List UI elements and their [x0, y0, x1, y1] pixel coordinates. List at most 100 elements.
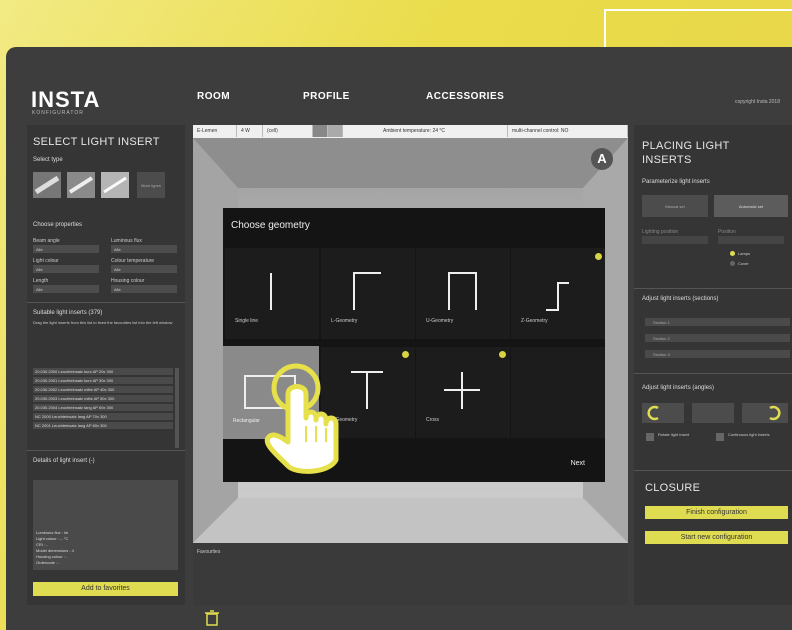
list-item[interactable]: 20.030.2001 Leuchteinsatz kurz AP 30x 30…: [33, 377, 173, 384]
prop-select[interactable]: Alle: [33, 265, 99, 273]
geometry-label: Cross: [426, 417, 440, 423]
manual-set-button[interactable]: Manual set: [642, 195, 708, 217]
geometry-single-line[interactable]: Single line: [225, 248, 319, 339]
geometry-label: L-Geometry: [331, 318, 358, 324]
l-geometry-icon: [353, 272, 381, 310]
suitable-title: Suitable light inserts (379): [33, 310, 103, 316]
finish-configuration-button[interactable]: Finish configuration: [645, 506, 788, 519]
avatar[interactable]: A: [591, 148, 613, 170]
divider: [634, 288, 792, 289]
toolbar-item[interactable]: Ambient temperature: 24 °C: [343, 125, 508, 137]
geometry-label: U-Geometry: [426, 318, 454, 324]
rotate-left-button[interactable]: [642, 403, 684, 423]
option-indicator-dot: [595, 253, 602, 260]
details-box: Luminous flux : lm Light colour : -- °C …: [33, 480, 178, 570]
angle-value-button[interactable]: [692, 403, 734, 423]
geometry-u[interactable]: U-Geometry: [416, 248, 510, 339]
pointer-hand-icon: [264, 363, 339, 474]
list-item[interactable]: NC 2001 Leuchteinsatz lang AP 80x 300: [33, 422, 173, 429]
prop-select[interactable]: Alle: [33, 245, 99, 253]
radio-unselected[interactable]: [730, 261, 735, 266]
copyright-text: copyright Insta 2018: [734, 99, 780, 105]
list-item[interactable]: 20.030.2003 Leuchteinsatz mitte AP 50x 3…: [33, 395, 173, 402]
callout-line: [604, 9, 792, 11]
cross-geometry-icon: [444, 372, 480, 409]
closure-title: CLOSURE: [645, 482, 701, 494]
prop-select[interactable]: Alle: [33, 285, 99, 293]
geometry-label: Z-Geometry: [521, 318, 548, 324]
type-3-thumb[interactable]: [101, 172, 129, 198]
prop-select[interactable]: Alle: [111, 265, 177, 273]
divider: [634, 470, 792, 471]
modal-title: Choose geometry: [231, 220, 310, 231]
nav-profile[interactable]: PROFILE: [303, 91, 350, 102]
z-geometry-icon: [546, 282, 569, 311]
details-title: Details of light insert (-): [33, 458, 95, 464]
position-select[interactable]: [718, 236, 784, 244]
prop-label: Housing colour: [111, 278, 145, 284]
more-types-button[interactable]: More types: [137, 172, 165, 198]
divider: [27, 450, 185, 451]
suitable-list: 20.030.2000 Leuchteinsatz kurz AP 20x 30…: [33, 368, 173, 431]
toolbar-item[interactable]: (cell): [263, 125, 313, 137]
list-scrollbar[interactable]: [175, 368, 179, 448]
type-2-thumb[interactable]: [67, 172, 95, 198]
field-label: Position: [718, 229, 736, 235]
checkbox[interactable]: [646, 433, 654, 441]
type-1-thumb[interactable]: [33, 172, 61, 198]
option-label: Rotate light insert: [658, 432, 690, 437]
geometry-cross[interactable]: Cross: [416, 347, 510, 438]
geometry-l[interactable]: L-Geometry: [321, 248, 415, 339]
geometry-z[interactable]: Z-Geometry: [511, 248, 605, 339]
prop-label: Length: [33, 278, 49, 284]
option-label: Continuous light inserts: [728, 432, 770, 437]
trash-icon[interactable]: [205, 610, 219, 626]
parameterize-label: Parameterize light inserts: [642, 179, 710, 185]
toolbar-swatch[interactable]: [328, 125, 343, 137]
next-button[interactable]: Next: [571, 460, 585, 467]
automatic-set-button[interactable]: Automatic set: [714, 195, 788, 217]
toolbar-swatch[interactable]: [313, 125, 328, 137]
rotate-right-button[interactable]: [742, 403, 788, 423]
toolbar-item[interactable]: 4 W: [237, 125, 263, 137]
geometry-label: Single line: [235, 318, 259, 324]
toolbar: E-Lemen 4 W (cell) Ambient temperature: …: [193, 125, 628, 138]
nav-room[interactable]: ROOM: [197, 91, 230, 102]
section-slider[interactable]: Section 3: [645, 350, 790, 358]
u-geometry-icon: [448, 272, 477, 310]
favourites-label: Favourites: [197, 549, 221, 555]
right-panel-title: PLACING LIGHT INSERTS: [642, 140, 730, 166]
logo-subtitle: KONFIGURATOR: [32, 110, 84, 116]
start-new-configuration-button[interactable]: Start new configuration: [645, 531, 788, 544]
adjust-sections-label: Adjust light inserts (sections): [642, 296, 719, 302]
toolbar-item[interactable]: multi-channel control: NO: [508, 125, 628, 137]
favourites-bar: Favourites: [193, 543, 628, 605]
prop-select[interactable]: Alle: [111, 285, 177, 293]
option-indicator-dot: [499, 351, 506, 358]
divider: [27, 302, 185, 303]
left-panel-title: SELECT LIGHT INSERT: [33, 136, 160, 148]
section-slider[interactable]: Section 2: [645, 334, 790, 342]
detail-line: Ordercode : -: [36, 560, 60, 565]
section-slider[interactable]: Section 1: [645, 318, 790, 326]
prop-label: Beam angle: [33, 238, 60, 244]
radio-selected[interactable]: [730, 251, 735, 256]
nav-accessories[interactable]: ACCESSORIES: [426, 91, 504, 102]
adjust-angles-label: Adjust light inserts (angles): [642, 385, 715, 391]
lighting-position-select[interactable]: [642, 236, 708, 244]
details-lines: Luminous flux : lm Light colour : -- °C …: [36, 530, 74, 566]
radio-label: Lamps: [738, 251, 751, 256]
option-indicator-dot: [402, 351, 409, 358]
suitable-hint: Drag the light inserts from this list to…: [33, 320, 173, 325]
prop-select[interactable]: Alle: [111, 245, 177, 253]
prop-label: Light colour: [33, 258, 59, 264]
list-item[interactable]: NC 2000 Leuchteinsatz lang AP 70x 300: [33, 413, 173, 420]
add-to-favorites-button[interactable]: Add to favorites: [33, 582, 178, 596]
list-item[interactable]: 20.030.2000 Leuchteinsatz kurz AP 20x 30…: [33, 368, 173, 375]
left-panel: SELECT LIGHT INSERT Select type More typ…: [27, 125, 185, 605]
list-item[interactable]: 20.030.2002 Leuchteinsatz mitte AP 40x 3…: [33, 386, 173, 393]
geometry-empty-slot: [511, 347, 605, 438]
toolbar-item[interactable]: E-Lemen: [193, 125, 237, 137]
list-item[interactable]: 20.030.2004 Leuchteinsatz lang AP 60x 30…: [33, 404, 173, 411]
checkbox[interactable]: [716, 433, 724, 441]
